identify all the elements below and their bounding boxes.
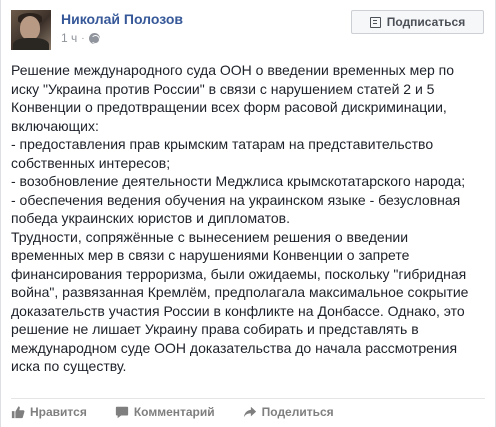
like-button[interactable]: Нравится <box>11 405 87 419</box>
share-label: Поделиться <box>261 405 334 419</box>
post-line: решение не лишает Украину права собирать… <box>11 321 419 337</box>
comment-icon <box>115 406 128 419</box>
post-line: иску "Украина против России" в связи с н… <box>11 80 435 97</box>
share-button[interactable]: Поделиться <box>243 405 334 419</box>
actions-divider <box>11 398 485 399</box>
author-avatar[interactable] <box>11 10 51 50</box>
comment-button[interactable]: Комментарий <box>115 405 215 419</box>
subscribe-icon <box>369 16 381 28</box>
subscribe-label: Подписаться <box>386 15 466 29</box>
post-meta: 1 ч · <box>61 31 100 45</box>
post-line: победа украинских юристов и дипломатов. <box>11 210 290 226</box>
avatar-face <box>20 16 40 40</box>
like-label: Нравится <box>30 405 87 419</box>
post-line: собственных интересов; <box>11 154 171 171</box>
post-line: иска по существу. <box>11 358 127 374</box>
post-line: временных мер в связи с нарушениями Конв… <box>11 247 410 263</box>
post-line: Решение международного суда ООН о введен… <box>11 62 455 78</box>
post-line: война", развязанная Кремлём, предполагал… <box>11 284 469 300</box>
post-time[interactable]: 1 ч <box>61 31 77 45</box>
post-line: - возобновление деятельности Меджлиса кр… <box>11 173 466 189</box>
comment-label: Комментарий <box>133 405 215 419</box>
thumbs-up-icon <box>11 406 25 419</box>
author-name[interactable]: Николай Полозов <box>61 11 183 27</box>
post-line: Трудности, сопряжённые с вынесением реше… <box>11 228 409 245</box>
post-actions: Нравится Комментарий Поделиться <box>11 401 362 423</box>
post-text: Решение международного суда ООН о введен… <box>11 61 487 376</box>
post-line: - предоставления прав крымским татарам н… <box>11 136 434 152</box>
post-line: - обеспечения ведения обучения на украин… <box>11 191 461 208</box>
post-line: доказательств участия России в конфликте… <box>11 302 465 319</box>
facebook-post: Николай Полозов 1 ч · Подписаться Решени… <box>0 0 496 427</box>
post-line: финансирования терроризма, были ожидаемы… <box>11 265 467 282</box>
post-line: Конвенции о предотвращении всех форм рас… <box>11 99 447 115</box>
post-line: международном суде ООН доказательства до… <box>11 339 458 356</box>
post-line: включающих: <box>11 117 99 134</box>
share-arrow-icon <box>243 406 256 418</box>
avatar-body <box>13 38 49 50</box>
subscribe-button[interactable]: Подписаться <box>351 10 484 34</box>
globe-icon[interactable] <box>88 32 100 44</box>
meta-separator: · <box>81 32 85 44</box>
